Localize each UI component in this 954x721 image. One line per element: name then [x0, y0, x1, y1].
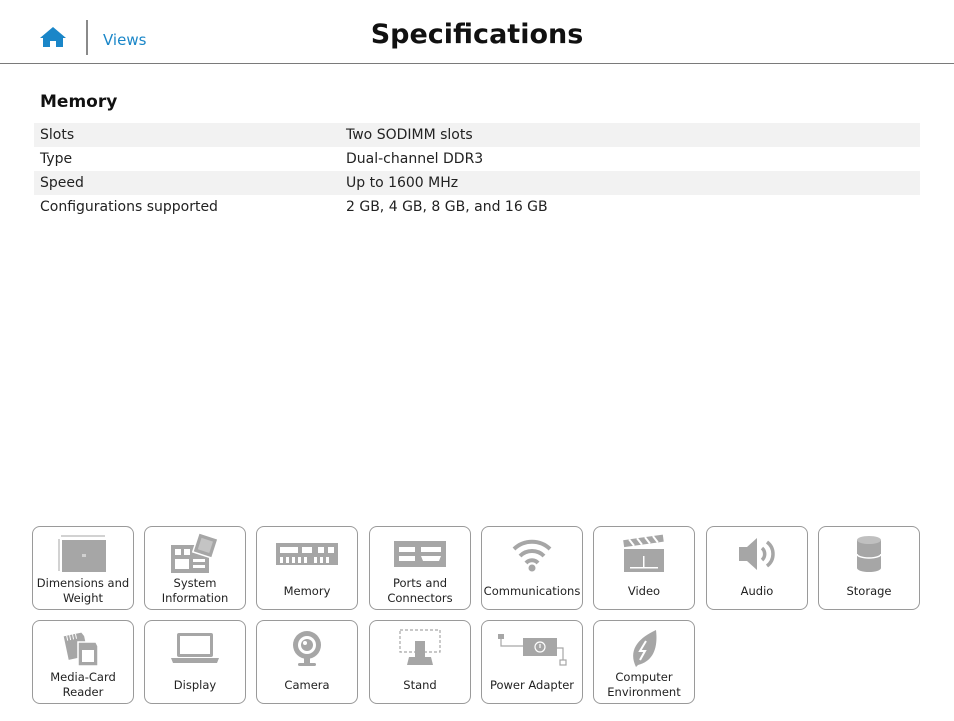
wifi-icon [482, 531, 582, 577]
spec-value: Dual-channel DDR3 [346, 151, 484, 167]
spec-label: Slots [40, 127, 75, 143]
tile-label: System Information [161, 576, 229, 605]
ports-icon [370, 531, 470, 577]
leaf-icon [594, 625, 694, 671]
tile-label: Power Adapter [489, 677, 575, 692]
tile-stand[interactable]: Stand [369, 620, 471, 704]
tile-label: Storage [846, 583, 892, 598]
tile-audio[interactable]: Audio [706, 526, 808, 610]
spec-value: 2 GB, 4 GB, 8 GB, and 16 GB [346, 199, 548, 215]
clapperboard-icon [594, 531, 694, 577]
memory-cards-icon [33, 625, 133, 671]
drive-cylinder-icon [819, 531, 919, 577]
tile-power-adapter[interactable]: Power Adapter [481, 620, 583, 704]
table-row: Slots Two SODIMM slots [34, 123, 920, 147]
tile-display[interactable]: Display [144, 620, 246, 704]
tile-label: Camera [284, 677, 330, 692]
spec-nav-grid: Dimensions and Weight System Information [0, 0, 954, 721]
spec-value: Two SODIMM slots [346, 127, 473, 143]
table-row: Speed Up to 1600 MHz [34, 171, 920, 195]
speaker-icon [707, 531, 807, 577]
page-title: Specifications [370, 19, 584, 50]
tile-camera[interactable]: Camera [256, 620, 358, 704]
webcam-icon [257, 625, 357, 671]
tile-media-card-reader[interactable]: Media-Card Reader [32, 620, 134, 704]
tile-dimensions-and-weight[interactable]: Dimensions and Weight [32, 526, 134, 610]
spec-value: Up to 1600 MHz [346, 175, 459, 191]
tile-video[interactable]: Video [593, 526, 695, 610]
tile-label: Computer Environment [607, 670, 681, 699]
power-adapter-icon [482, 625, 582, 671]
tile-label: Ports and Connectors [387, 576, 453, 605]
laptop-icon [145, 625, 245, 671]
tile-label: Dimensions and Weight [36, 576, 130, 605]
table-row: Configurations supported 2 GB, 4 GB, 8 G… [34, 195, 920, 219]
tile-label: Memory [283, 583, 331, 598]
section-title: Memory [40, 92, 118, 112]
tile-ports-and-connectors[interactable]: Ports and Connectors [369, 526, 471, 610]
tile-memory[interactable]: Memory [256, 526, 358, 610]
tile-system-information[interactable]: System Information [144, 526, 246, 610]
tile-label: Communications [483, 583, 581, 598]
spec-table: Slots Two SODIMM slots Type Dual-channel… [34, 123, 920, 219]
dimensions-icon [33, 531, 133, 577]
tile-label: Stand [403, 677, 437, 692]
system-board-icon [145, 531, 245, 577]
tile-computer-environment[interactable]: Computer Environment [593, 620, 695, 704]
tile-storage[interactable]: Storage [818, 526, 920, 610]
spec-label: Configurations supported [40, 199, 218, 215]
memory-module-icon [257, 531, 357, 577]
tile-label: Display [173, 677, 217, 692]
spec-label: Speed [40, 175, 84, 191]
tile-label: Media-Card Reader [50, 670, 116, 699]
tile-label: Audio [740, 583, 774, 598]
spec-label: Type [40, 151, 73, 167]
header-bar: Views Specifications [0, 0, 954, 64]
table-row: Type Dual-channel DDR3 [34, 147, 920, 171]
tile-label: Video [627, 583, 661, 598]
stand-icon [370, 625, 470, 671]
tile-communications[interactable]: Communications [481, 526, 583, 610]
